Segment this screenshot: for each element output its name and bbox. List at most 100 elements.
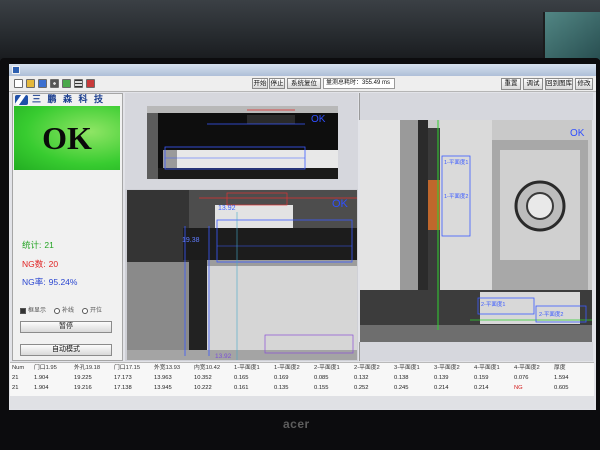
main-view-status: OK [332, 198, 349, 210]
table-header-cell: 门口17.15 [114, 365, 141, 371]
part-edge-band [163, 150, 338, 168]
background-left [127, 262, 189, 350]
measure-label-bottom: 13.92 [215, 353, 232, 360]
side-camera-view: 1-平面度1 1-平面度2 2-平面度1 2-平面度2 OK [360, 120, 592, 342]
table-cell: 0.214 [434, 385, 449, 391]
table-cell: 0.245 [394, 385, 409, 391]
camera-icon[interactable] [50, 79, 59, 88]
app-icon [12, 66, 20, 74]
table-cell: 17.173 [114, 375, 132, 381]
base-bottom [360, 325, 592, 342]
table-cell: 10.352 [194, 375, 212, 381]
flatness-label-1-1: 1-平面度1 [444, 158, 468, 166]
company-logo-icon [15, 95, 28, 105]
start-button[interactable]: 开始 [252, 78, 268, 89]
room-background [0, 0, 600, 64]
stop-button[interactable]: 停止 [269, 78, 285, 89]
table-cell: 0.214 [474, 385, 489, 391]
table-header-cell: 2-平面度2 [354, 365, 380, 371]
table-cell: 0.085 [314, 375, 329, 381]
table-cell: 0.076 [514, 375, 529, 381]
top-camera-view: OK [147, 106, 338, 179]
table-cell: 0.605 [554, 385, 569, 391]
table-row: 21 1.904 19.225 17.173 13.963 10.352 0.165 0.16… [10, 373, 594, 383]
table-cell: 0.165 [234, 375, 249, 381]
main-camera-view: 13.92 19.38 13.92 OK [127, 190, 357, 360]
table-header-cell: 4-平面度2 [514, 365, 540, 371]
stat-ng-count: NG数: 20 [22, 259, 58, 270]
table-cell: 0.161 [234, 385, 249, 391]
part-notch [247, 115, 295, 124]
measure-label-outer: 19.38 [182, 237, 200, 244]
table-cell: 1.594 [554, 375, 569, 381]
pause-button[interactable]: 暂停 [20, 321, 112, 333]
stat-total-label: 统计: [22, 240, 42, 250]
table-cell: 0.252 [354, 385, 369, 391]
stat-total: 统计: 21 [22, 240, 54, 251]
table-cell: 19.216 [74, 385, 92, 391]
save-icon[interactable] [38, 79, 47, 88]
flatness-label-2-2: 2-平面度2 [539, 310, 563, 318]
part-post [189, 260, 207, 350]
image-icon[interactable] [62, 79, 71, 88]
side-view-footer-area [359, 342, 593, 361]
table-cell: 1.904 [34, 385, 49, 391]
open-position-radio[interactable] [82, 308, 88, 314]
table-header-cell: 1-平面度1 [234, 365, 260, 371]
status-strip [10, 396, 594, 409]
stat-ng-value: 20 [48, 259, 59, 269]
table-cell: 19.225 [74, 375, 92, 381]
reset-button[interactable]: 重置 [501, 78, 521, 90]
part-face [207, 260, 357, 350]
bolt-head [526, 192, 554, 220]
top-edge-highlight [147, 106, 338, 113]
back-to-gallery-button[interactable]: 回到图库 [545, 78, 573, 90]
inspection-result-indicator: OK [14, 106, 120, 170]
exit-icon[interactable] [86, 79, 95, 88]
table-header-cell: Num [12, 365, 25, 371]
part-face [440, 120, 492, 290]
measure-label-gap: 13.92 [218, 205, 236, 212]
table-header-cell: 3-平面度2 [434, 365, 460, 371]
debug-button[interactable]: 调试 [523, 78, 543, 90]
system-reset-button[interactable]: 系统复位 [287, 78, 321, 89]
table-cell: 1.904 [34, 375, 49, 381]
edit-button[interactable]: 修改 [575, 78, 593, 90]
stat-ng-label: NG数: [22, 259, 46, 269]
table-cell: 0.139 [434, 375, 449, 381]
cycle-time-readout: 量测总耗时：355.49 ms [323, 78, 395, 89]
table-header-row: Num 门口1.95 外孔19.18 门口17.15 外宽13.93 内宽10.42 1-平… [10, 363, 594, 373]
table-cell: 17.138 [114, 385, 132, 391]
table-cell: 13.963 [154, 375, 172, 381]
view-bottom [127, 350, 357, 360]
table-cell: 13.945 [154, 385, 172, 391]
auto-mode-button[interactable]: 自动模式 [20, 344, 112, 356]
background-monitor [543, 12, 600, 60]
table-header-cell: 外孔19.18 [74, 365, 101, 371]
fill-line-radio[interactable] [54, 308, 60, 314]
stat-total-value: 21 [44, 240, 54, 250]
table-cell: 10.222 [194, 385, 212, 391]
table-cell: 0.135 [274, 385, 289, 391]
open-folder-icon[interactable] [26, 79, 35, 88]
part-face-shadow [207, 260, 357, 266]
new-file-icon[interactable] [14, 79, 23, 88]
side-view-header-area [359, 93, 593, 120]
results-table: Num 门口1.95 外孔19.18 门口17.15 外宽13.93 内宽10.42 1-平… [10, 362, 594, 396]
lower-shadow [158, 168, 338, 179]
flatness-label-1-2: 1-平面度2 [444, 192, 468, 200]
table-cell: 0.159 [474, 375, 489, 381]
open-position-label: 开位 [90, 308, 103, 314]
show-box-label: 框显示 [28, 308, 47, 314]
table-header-cell: 4-平面度1 [474, 365, 500, 371]
left-fixture [147, 113, 158, 179]
top-view-status: OK [311, 114, 326, 125]
table-cell: 0.138 [394, 375, 409, 381]
list-icon[interactable] [74, 79, 83, 88]
table-header-cell: 内宽10.42 [194, 365, 221, 371]
show-box-checkbox[interactable] [20, 308, 26, 314]
side-view-status: OK [570, 128, 585, 139]
table-cell: NG [514, 385, 523, 391]
table-cell: 21 [12, 385, 19, 391]
window-titlebar [9, 64, 596, 76]
